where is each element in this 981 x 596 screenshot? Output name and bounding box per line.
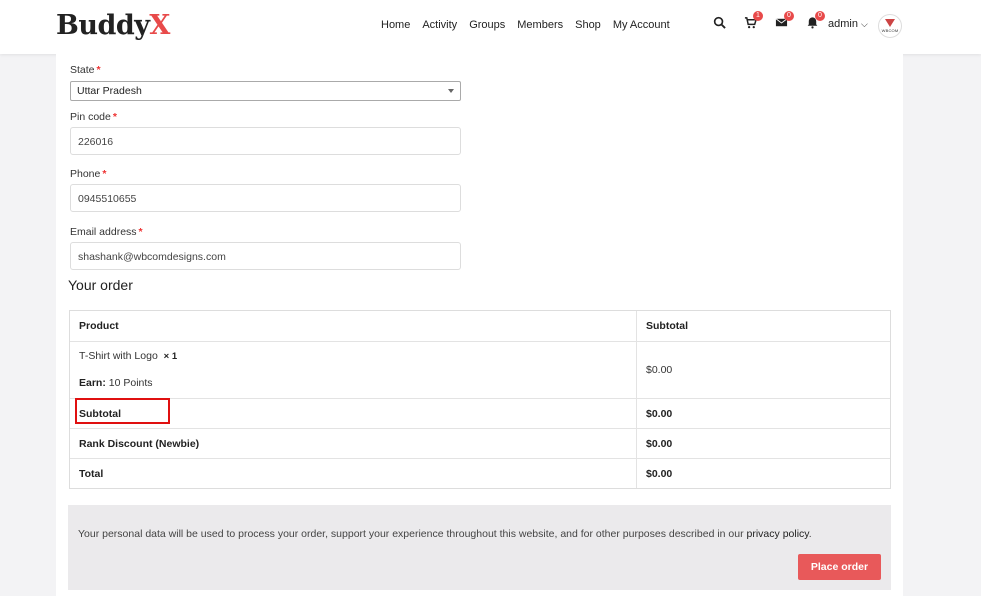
nav-shop[interactable]: Shop	[575, 19, 601, 31]
bell-icon[interactable]: 0	[805, 11, 825, 29]
state-label-text: State	[70, 64, 95, 76]
pincode-value: 226016	[78, 136, 114, 148]
privacy-end: .	[808, 528, 812, 540]
dropdown-arrow-icon	[448, 89, 454, 93]
privacy-notice: Your personal data will be used to proce…	[68, 505, 891, 590]
table-row: T-Shirt with Logo × 1 Earn: 10 Points $0…	[70, 342, 890, 424]
subtotal-label: Subtotal	[79, 408, 121, 420]
email-field[interactable]: shashank@wbcomdesigns.com	[70, 242, 461, 270]
total-label: Total	[79, 468, 104, 480]
phone-label-text: Phone	[70, 168, 101, 180]
table-row: Total $0.00	[70, 459, 890, 488]
user-menu[interactable]: admin ⌵	[828, 18, 868, 30]
cart-icon[interactable]: 1	[743, 11, 763, 29]
phone-label: Phone *	[70, 168, 106, 180]
required-marker: *	[112, 111, 117, 123]
nav-members[interactable]: Members	[517, 19, 563, 31]
nav-groups[interactable]: Groups	[469, 19, 505, 31]
privacy-text: Your personal data will be used to proce…	[78, 528, 812, 540]
item-price: $0.00	[646, 364, 673, 376]
cart-badge: 1	[753, 11, 763, 21]
required-marker: *	[102, 168, 107, 180]
pincode-label: Pin code *	[70, 111, 117, 123]
search-icon[interactable]	[712, 15, 726, 29]
pincode-field[interactable]: 226016	[70, 127, 461, 155]
subtotal-value: $0.00	[646, 408, 673, 420]
chevron-down-icon: ⌵	[860, 18, 868, 29]
earn-points: Earn: 10 Points	[79, 377, 153, 389]
place-order-button[interactable]: Place order	[798, 554, 881, 580]
site-header: BuddyX Home Activity Groups Members Shop…	[0, 0, 981, 54]
phone-field[interactable]: 0945510655	[70, 184, 461, 212]
nav-my-account[interactable]: My Account	[613, 19, 670, 31]
pincode-label-text: Pin code	[70, 111, 111, 123]
item-name-line: T-Shirt with Logo × 1	[79, 350, 177, 362]
phone-value: 0945510655	[78, 193, 137, 205]
email-label: Email address *	[70, 226, 143, 238]
header-subtotal: Subtotal	[646, 320, 688, 332]
site-logo[interactable]: BuddyX	[56, 10, 170, 41]
avatar-text: WBCOM	[881, 28, 899, 33]
state-label: State *	[70, 64, 101, 76]
header-product: Product	[79, 320, 119, 332]
privacy-policy-link[interactable]: privacy policy	[747, 528, 809, 540]
privacy-body: Your personal data will be used to proce…	[78, 528, 744, 540]
total-value: $0.00	[646, 468, 673, 480]
user-name: admin	[828, 18, 858, 30]
logo-text-main: Buddy	[56, 10, 150, 41]
avatar[interactable]: WBCOM	[878, 14, 902, 38]
order-title: Your order	[68, 277, 133, 293]
item-name[interactable]: T-Shirt with Logo	[79, 350, 158, 362]
table-row: Subtotal $0.00	[70, 399, 890, 429]
avatar-logo-icon	[885, 19, 895, 27]
nav-activity[interactable]: Activity	[422, 19, 457, 31]
mail-icon[interactable]: 0	[774, 11, 794, 29]
item-qty: × 1	[163, 351, 178, 362]
nav-home[interactable]: Home	[381, 19, 410, 31]
logo-text-accent: X	[149, 10, 170, 41]
main-nav: Home Activity Groups Members Shop My Acc…	[381, 19, 682, 31]
discount-label: Rank Discount (Newbie)	[79, 438, 200, 450]
mail-badge: 0	[784, 11, 794, 21]
discount-value: $0.00	[646, 438, 673, 450]
required-marker: *	[96, 64, 101, 76]
email-label-text: Email address	[70, 226, 137, 238]
bell-badge: 0	[815, 11, 825, 21]
earn-label: Earn:	[79, 377, 106, 389]
header-icons: 1 0 0	[712, 11, 836, 29]
state-value: Uttar Pradesh	[77, 85, 142, 97]
email-value: shashank@wbcomdesigns.com	[78, 251, 226, 263]
required-marker: *	[138, 226, 143, 238]
table-row: Rank Discount (Newbie) $0.00	[70, 429, 890, 459]
order-table: Product Subtotal T-Shirt with Logo × 1 E…	[69, 310, 891, 489]
state-select[interactable]: Uttar Pradesh	[70, 81, 461, 101]
table-header-row: Product Subtotal	[70, 311, 890, 342]
earn-value: 10 Points	[108, 377, 153, 389]
